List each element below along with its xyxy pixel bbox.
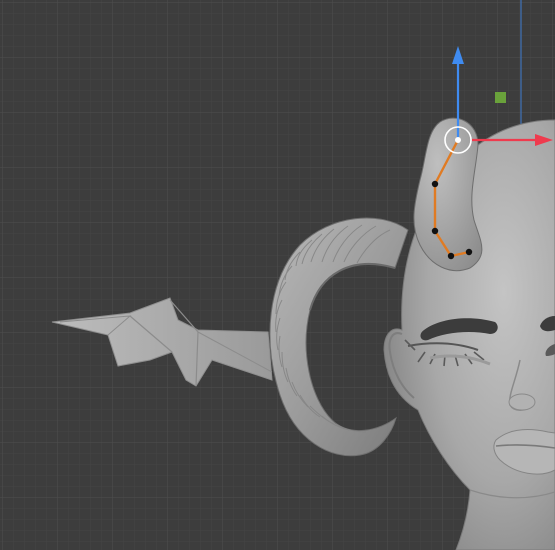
square-handle-icon[interactable] xyxy=(495,92,506,103)
curve-point[interactable] xyxy=(465,248,473,256)
3d-viewport[interactable] xyxy=(0,0,555,550)
curve-point[interactable] xyxy=(431,227,439,235)
curve-point[interactable] xyxy=(447,252,455,260)
curve-point[interactable] xyxy=(431,180,439,188)
